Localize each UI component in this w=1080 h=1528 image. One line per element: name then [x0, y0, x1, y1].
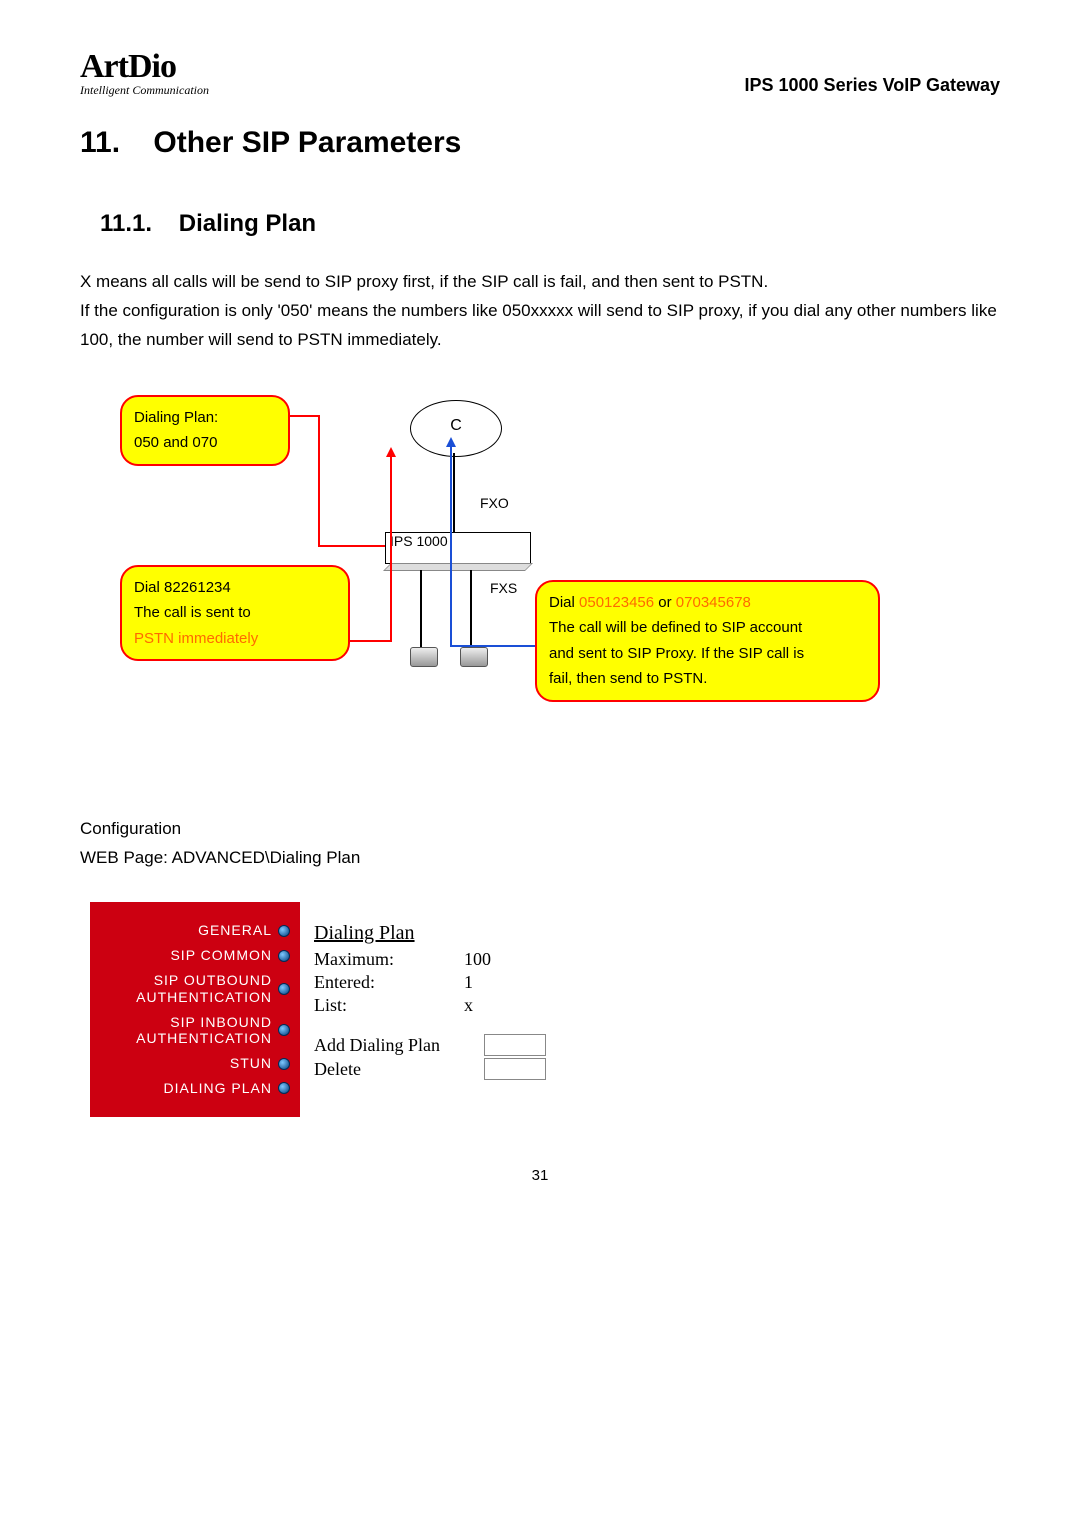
pstn-arrow-line: [390, 455, 392, 640]
phone-icon: [410, 647, 438, 667]
device-shadow: [383, 563, 533, 571]
phone-icon: [460, 647, 488, 667]
form-title: Dialing Plan: [314, 922, 546, 945]
subsection-number: 11.1.: [100, 210, 152, 237]
bullet-icon: [278, 925, 290, 937]
sidebar-menu: GENERAL SIP COMMON SIP OUTBOUND AUTHENTI…: [90, 902, 300, 1116]
fxo-label: FXO: [480, 495, 509, 511]
add-dialing-plan-input[interactable]: [484, 1034, 546, 1056]
logo-text: ArtDio: [80, 50, 209, 84]
connector-line: [420, 570, 422, 648]
section-heading: 11. Other SIP Parameters: [80, 126, 1000, 160]
pstn-arrow-head-icon: [386, 447, 396, 457]
configuration-text: Configuration WEB Page: ADVANCED\Dialing…: [80, 815, 1000, 873]
sip-arrow-head-icon: [446, 437, 456, 447]
section-number: 11.: [80, 126, 120, 159]
cloud-node: C: [410, 400, 502, 457]
bullet-icon: [278, 950, 290, 962]
fxs-label: FXS: [490, 580, 517, 596]
config-panel: GENERAL SIP COMMON SIP OUTBOUND AUTHENTI…: [90, 902, 1000, 1116]
bullet-icon: [278, 983, 290, 995]
form-row-list: List: x: [314, 995, 546, 1016]
document-title: IPS 1000 Series VoIP Gateway: [745, 75, 1001, 96]
device-box: IPS 1000: [385, 532, 531, 564]
callout-dialing-plan: Dialing Plan: 050 and 070: [120, 395, 290, 466]
bullet-icon: [278, 1024, 290, 1036]
bullet-icon: [278, 1082, 290, 1094]
form-row-delete: Delete: [314, 1058, 546, 1080]
menu-item-dialing-plan[interactable]: DIALING PLAN: [100, 1080, 290, 1097]
section-title: Other SIP Parameters: [153, 126, 461, 159]
subsection-title: Dialing Plan: [179, 210, 316, 237]
connector-line: [470, 570, 472, 648]
menu-item-general[interactable]: GENERAL: [100, 922, 290, 939]
callout-sip: Dial 050123456 or 070345678 The call wil…: [535, 580, 880, 702]
connector-line: [290, 415, 320, 417]
menu-item-sip-common[interactable]: SIP COMMON: [100, 947, 290, 964]
dialing-plan-form: Dialing Plan Maximum: 100 Entered: 1 Lis…: [300, 902, 556, 1116]
menu-item-sip-outbound[interactable]: SIP OUTBOUND AUTHENTICATION: [100, 972, 290, 1006]
form-row-add: Add Dialing Plan: [314, 1034, 546, 1056]
logo: ArtDio Intelligent Communication: [80, 50, 209, 96]
paragraph: X means all calls will be send to SIP pr…: [80, 268, 1000, 355]
sip-arrow-line: [450, 445, 452, 645]
connector-line: [318, 415, 320, 545]
form-row-maximum: Maximum: 100: [314, 949, 546, 970]
dialing-plan-diagram: Dialing Plan: 050 and 070 C FXO IPS 1000…: [120, 385, 900, 775]
connector-line: [453, 453, 455, 533]
header: ArtDio Intelligent Communication IPS 100…: [80, 50, 1000, 96]
form-row-entered: Entered: 1: [314, 972, 546, 993]
logo-tagline: Intelligent Communication: [80, 84, 209, 96]
subsection-heading: 11.1. Dialing Plan: [100, 210, 1000, 238]
callout-pstn: Dial 82261234 The call is sent to PSTN i…: [120, 565, 350, 662]
pstn-arrow-line: [350, 640, 392, 642]
page-number: 31: [80, 1167, 1000, 1184]
menu-item-sip-inbound[interactable]: SIP INBOUND AUTHENTICATION: [100, 1014, 290, 1048]
delete-input[interactable]: [484, 1058, 546, 1080]
bullet-icon: [278, 1058, 290, 1070]
connector-line: [318, 545, 388, 547]
menu-item-stun[interactable]: STUN: [100, 1055, 290, 1072]
